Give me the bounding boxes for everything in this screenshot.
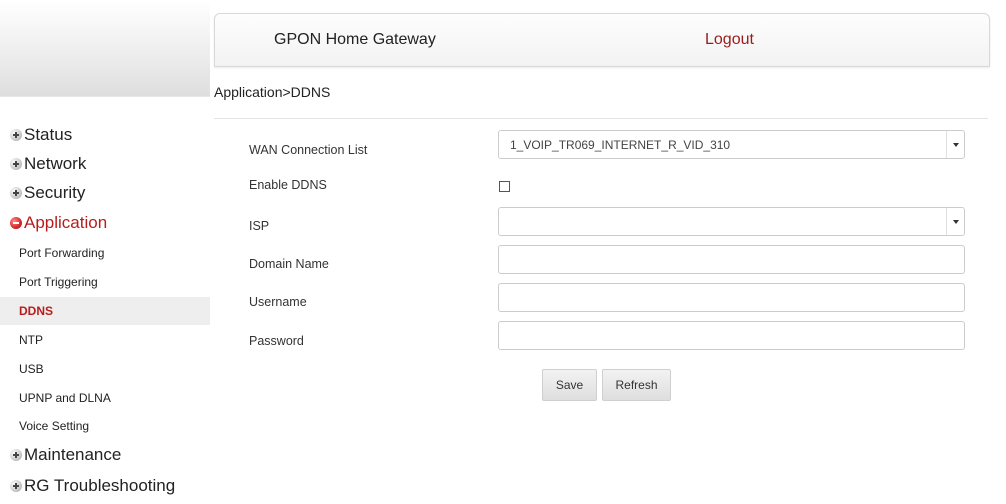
- sidebar-subitem-ddns[interactable]: DDNS: [0, 297, 210, 325]
- isp-label: ISP: [249, 219, 270, 233]
- sidebar-item-label: Application: [24, 213, 108, 232]
- wan-connection-select[interactable]: 1_VOIP_TR069_INTERNET_R_VID_310: [498, 130, 965, 159]
- expand-plus-icon: [10, 449, 22, 461]
- expand-plus-icon: [10, 129, 22, 141]
- sidebar-subitem-label: DDNS: [19, 304, 54, 318]
- wan-connection-value: 1_VOIP_TR069_INTERNET_R_VID_310: [510, 138, 731, 152]
- enable-ddns-checkbox[interactable]: [499, 181, 510, 192]
- password-input[interactable]: [498, 321, 965, 350]
- sidebar-item-network[interactable]: Network: [10, 153, 86, 175]
- app-title: GPON Home Gateway: [274, 31, 436, 48]
- sidebar-subitem-ntp[interactable]: NTP: [0, 326, 210, 354]
- sidebar-subitem-port-forwarding[interactable]: Port Forwarding: [0, 239, 210, 267]
- domain-name-input[interactable]: [498, 245, 965, 274]
- sidebar-subitem-upnp-dlna[interactable]: UPNP and DLNA: [0, 384, 210, 412]
- username-label: Username: [249, 295, 307, 309]
- sidebar-item-status[interactable]: Status: [10, 124, 72, 146]
- sidebar-item-security[interactable]: Security: [10, 182, 85, 204]
- expand-plus-icon: [10, 158, 22, 170]
- sidebar-subitem-label: USB: [19, 362, 44, 376]
- divider: [0, 96, 210, 97]
- collapse-minus-icon: [10, 217, 22, 229]
- password-label: Password: [249, 334, 304, 348]
- sidebar-subitem-usb[interactable]: USB: [0, 355, 210, 383]
- dropdown-arrow-icon: [946, 208, 964, 235]
- username-input[interactable]: [498, 283, 965, 312]
- sidebar-item-label: Maintenance: [24, 445, 122, 464]
- sidebar-subitem-voice-setting[interactable]: Voice Setting: [0, 412, 210, 440]
- save-button[interactable]: Save: [542, 369, 597, 401]
- sidebar-item-label: Network: [24, 154, 87, 173]
- divider: [214, 118, 988, 119]
- refresh-button[interactable]: Refresh: [602, 369, 671, 401]
- expand-plus-icon: [10, 187, 22, 199]
- dropdown-arrow-icon: [946, 131, 964, 158]
- logout-link[interactable]: Logout: [705, 31, 754, 49]
- sidebar-subitem-label: NTP: [19, 333, 43, 347]
- header-bar: GPON Home Gateway Logout: [214, 13, 990, 67]
- sidebar-subitem-label: UPNP and DLNA: [19, 391, 111, 405]
- breadcrumb: Application>DDNS: [214, 84, 331, 100]
- expand-plus-icon: [10, 480, 22, 492]
- sidebar-subitem-label: Port Forwarding: [19, 246, 105, 260]
- sidebar-subitem-label: Port Triggering: [19, 275, 98, 289]
- sidebar-item-maintenance[interactable]: Maintenance: [10, 444, 121, 466]
- sidebar-item-application[interactable]: Application: [10, 212, 107, 234]
- corner-banner: [0, 0, 210, 96]
- wan-connection-label: WAN Connection List: [249, 143, 368, 157]
- isp-select[interactable]: [498, 207, 965, 236]
- sidebar-subitem-label: Voice Setting: [19, 419, 90, 433]
- sidebar-item-label: Security: [24, 183, 86, 202]
- sidebar-item-label: Status: [24, 125, 73, 144]
- sidebar-subitem-port-triggering[interactable]: Port Triggering: [0, 268, 210, 296]
- sidebar-item-rg-troubleshooting[interactable]: RG Troubleshooting: [10, 475, 175, 497]
- domain-name-label: Domain Name: [249, 257, 329, 271]
- sidebar-item-label: RG Troubleshooting: [24, 476, 176, 495]
- enable-ddns-label: Enable DDNS: [249, 178, 327, 192]
